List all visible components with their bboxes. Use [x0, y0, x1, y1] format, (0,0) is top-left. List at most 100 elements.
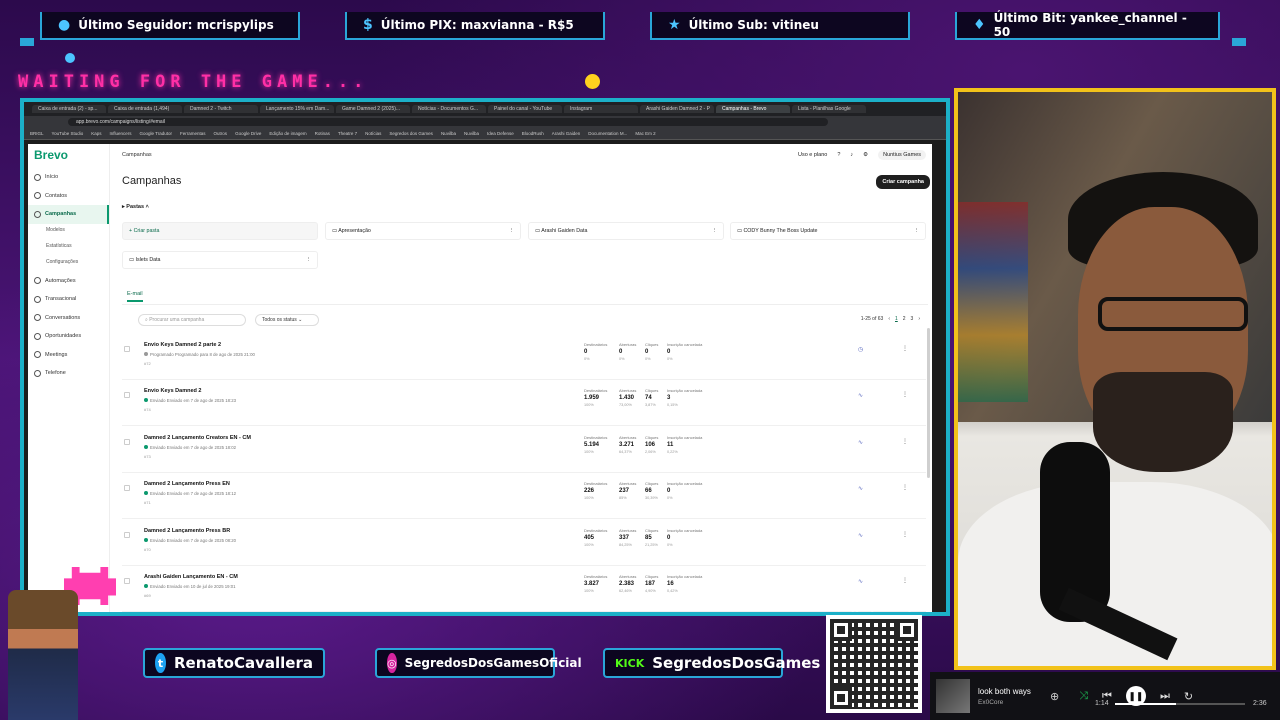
campaign-name[interactable]: Arashi Gaiden Lançamento EN - CM [144, 574, 238, 580]
tab-email[interactable]: E-mail [127, 291, 143, 302]
settings-icon[interactable]: ⚙ [863, 152, 868, 158]
bookmark-item[interactable]: Nuvilba [441, 131, 456, 136]
campaign-name[interactable]: Damned 2 Lançamento Creators EN - CM [144, 435, 251, 441]
bookmark-item[interactable]: Arashi Gaiden [552, 131, 581, 136]
more-icon[interactable]: ⋮ [902, 531, 908, 538]
row-checkbox[interactable] [124, 392, 130, 399]
bookmark-item[interactable]: BloodRush [522, 131, 544, 136]
campaign-search-input[interactable]: ⌕ Procurar uma campanha [138, 314, 246, 326]
campaign-row[interactable]: Damned 2 Lançamento Creators EN - CM Envi… [122, 427, 926, 473]
row-checkbox[interactable] [124, 531, 130, 538]
scrollbar[interactable] [927, 328, 930, 478]
stats-icon[interactable]: ∿ [858, 532, 863, 539]
bookmark-item[interactable]: Idea Defense [487, 131, 514, 136]
more-icon[interactable]: ⋮ [902, 438, 908, 445]
bookmark-item[interactable]: Outros [214, 131, 228, 136]
create-campaign-button[interactable]: Criar campanha [876, 175, 930, 189]
bookmark-item[interactable]: Nuvilba [464, 131, 479, 136]
page-2[interactable]: 2 [903, 316, 906, 322]
browser-tab[interactable]: Caixa de entrada (1,494) [108, 105, 182, 113]
sidebar-item[interactable]: Início [28, 168, 109, 187]
bell-icon[interactable]: ♪ [850, 152, 853, 158]
folder-item[interactable]: ▭ Arashi Gaiden Data ⋮ [528, 222, 724, 240]
row-checkbox[interactable] [124, 578, 130, 584]
row-checkbox[interactable] [124, 346, 130, 352]
more-icon[interactable]: ⋮ [914, 228, 919, 234]
folder-item[interactable]: ▭ Apresentação ⋮ [325, 222, 521, 240]
browser-tab[interactable]: Arashi Gaiden Damned 2 - P [640, 105, 714, 113]
bookmark-item[interactable]: Mac Em 2 [635, 131, 655, 136]
campaign-row[interactable]: Envio Keys Damned 2 Enviado Enviado em 7 … [122, 380, 926, 427]
bookmark-item[interactable]: Influencers [109, 131, 131, 136]
org-switcher[interactable]: Nuntius Games [878, 150, 926, 160]
page-3[interactable]: 3 [911, 316, 914, 322]
bookmark-item[interactable]: Kaps [91, 131, 101, 136]
campaign-name[interactable]: Damned 2 Lançamento Press BR [144, 528, 230, 534]
more-icon[interactable]: ⋮ [712, 228, 717, 234]
prev-page-icon[interactable]: ‹ [888, 316, 890, 322]
bookmark-item[interactable]: YouTube Studio [52, 131, 84, 136]
row-checkbox[interactable] [124, 485, 130, 492]
bookmark-item[interactable]: Edição de imagem [269, 131, 306, 136]
url-field[interactable]: app.brevo.com/campaigns/listing/#email [68, 118, 828, 126]
campaign-name[interactable]: Damned 2 Lançamento Press EN [144, 481, 230, 487]
stats-icon[interactable]: ∿ [858, 392, 863, 399]
campaign-row[interactable]: Damned 2 Lançamento Press EN Enviado Envi… [122, 473, 926, 520]
stats-icon[interactable]: ∿ [858, 485, 863, 492]
sidebar-item[interactable]: Transacional [28, 290, 109, 309]
row-checkbox[interactable] [124, 438, 130, 445]
more-icon[interactable]: ⋮ [902, 484, 908, 491]
create-folder-button[interactable]: + Criar pasta [122, 222, 318, 240]
sidebar-item[interactable]: Automações [28, 272, 109, 291]
bookmark-item[interactable]: Segredos dos Games [389, 131, 433, 136]
help-icon[interactable]: ? [837, 152, 840, 158]
campaign-row[interactable]: Damned 2 Lançamento Press BR Enviado Envi… [122, 520, 926, 566]
sidebar-subitem[interactable]: Configurações [28, 256, 109, 272]
sidebar-item[interactable]: Campanhas [28, 205, 109, 224]
more-icon[interactable]: ⋮ [509, 228, 514, 234]
browser-tab[interactable]: Lista - Planilhas Google [792, 105, 866, 113]
campaign-row[interactable]: Envio Keys Damned 2 parte 2 Programado Pr… [122, 334, 926, 380]
bookmark-item[interactable]: Ferramentas [180, 131, 206, 136]
browser-tab[interactable]: Lançamento 15% em Dam... [260, 105, 334, 113]
browser-tab[interactable]: Campanhas - Brevo [716, 105, 790, 113]
page-1[interactable]: 1 [895, 316, 898, 322]
sidebar-item[interactable]: Oportunidades [28, 327, 109, 346]
stats-icon[interactable]: ∿ [858, 578, 863, 585]
sidebar-item[interactable]: Meetings [28, 346, 109, 365]
next-page-icon[interactable]: › [918, 316, 920, 322]
next-icon[interactable]: ⏭ [1160, 690, 1170, 703]
plan-link[interactable]: Uso e plano [798, 152, 827, 158]
campaign-name[interactable]: Envio Keys Damned 2 [144, 388, 201, 394]
campaign-name[interactable]: Envio Keys Damned 2 parte 2 [144, 342, 221, 348]
sidebar-subitem[interactable]: Estatísticas [28, 240, 109, 256]
progress-bar[interactable] [1115, 703, 1245, 705]
sidebar-item[interactable]: Contatos [28, 187, 109, 206]
folder-item[interactable]: ▭ Islets Data ⋮ [122, 251, 318, 269]
browser-tab[interactable]: Caixa de entrada (2) - sp... [32, 105, 106, 113]
bookmark-item[interactable]: Google Drive [235, 131, 261, 136]
repeat-icon[interactable]: ↻ [1184, 690, 1193, 703]
brevo-logo[interactable]: Brevo [28, 148, 109, 168]
more-icon[interactable]: ⋮ [902, 391, 908, 398]
browser-tab[interactable]: Notícias - Documentos G... [412, 105, 486, 113]
browser-tab[interactable]: Game Damned 2 (2025)... [336, 105, 410, 113]
more-icon[interactable]: ⋮ [902, 345, 908, 352]
bookmark-item[interactable]: Theatre 7 [338, 131, 357, 136]
browser-tab[interactable]: Instagram [564, 105, 638, 113]
shuffle-icon[interactable]: ⤨ [1079, 690, 1088, 703]
more-icon[interactable]: ⋮ [902, 577, 908, 584]
folder-item[interactable]: ▭ CODY Bunny The Boss Update ⋮ [730, 222, 926, 240]
browser-tab[interactable]: Damned 2 - Twitch [184, 105, 258, 113]
status-filter-select[interactable]: Todos os status ⌄ [255, 314, 319, 326]
add-icon[interactable]: ⊕ [1050, 690, 1059, 703]
more-icon[interactable]: ⋮ [306, 257, 311, 263]
clock-icon[interactable]: ◷ [858, 346, 863, 353]
bookmark-item[interactable]: Documentation M... [588, 131, 627, 136]
bookmark-item[interactable]: Notícias [365, 131, 381, 136]
sidebar-subitem[interactable]: Modelos [28, 224, 109, 240]
browser-tab[interactable]: Painel do canal - YouTube [488, 105, 562, 113]
bookmark-item[interactable]: Rotinas [315, 131, 330, 136]
bookmark-item[interactable]: BRIGL [30, 131, 44, 136]
folders-toggle[interactable]: ▸ Pastas ˄ [122, 204, 149, 210]
